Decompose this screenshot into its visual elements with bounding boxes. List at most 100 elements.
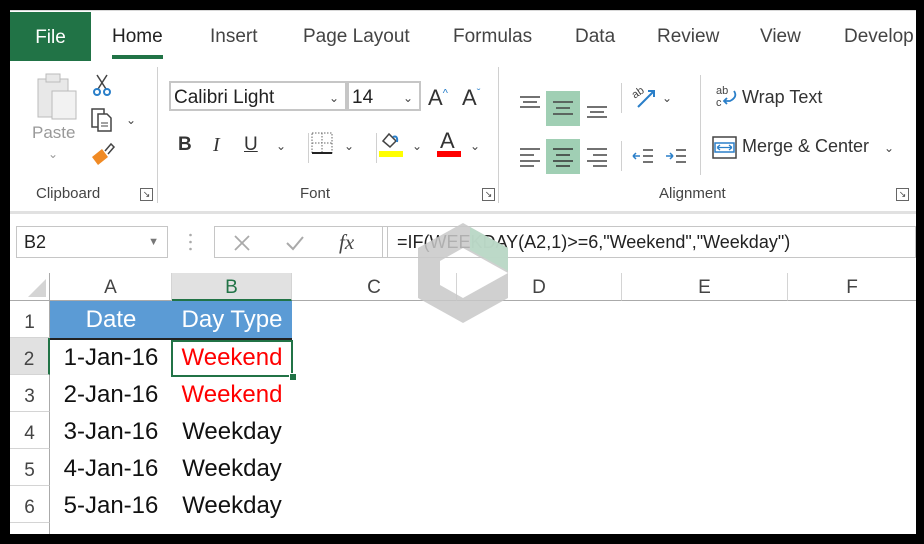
column-header-f[interactable]: F: [788, 273, 916, 301]
chevron-down-icon: ⌄: [402, 91, 413, 105]
header-cell-day-type[interactable]: Day Type: [172, 301, 292, 339]
font-color-button[interactable]: A: [436, 127, 462, 164]
borders-dropdown-icon[interactable]: ⌄: [344, 139, 354, 153]
date-cell[interactable]: 1-Jan-16: [50, 339, 172, 376]
scissors-icon: [93, 74, 111, 96]
tab-page-layout[interactable]: Page Layout: [303, 11, 410, 62]
wrap-text-label: Wrap Text: [742, 87, 823, 107]
row-header-5[interactable]: 5: [10, 449, 50, 486]
format-painter-button[interactable]: [90, 141, 116, 172]
merge-center-dropdown-icon[interactable]: ⌄: [884, 141, 894, 155]
cut-button[interactable]: [92, 73, 112, 102]
separator: [157, 67, 158, 203]
decrease-font-size-button[interactable]: Aˇ: [462, 85, 480, 111]
middle-align-button[interactable]: [551, 100, 575, 123]
tab-developer[interactable]: Develop: [844, 11, 914, 62]
ribbon: Paste ⌄ ⌄ Clipboard ↘ Calibri Light ⌄ 14…: [10, 61, 916, 214]
header-cell-date[interactable]: Date: [50, 301, 172, 339]
clipboard-launcher-icon[interactable]: ↘: [140, 188, 153, 201]
tab-data[interactable]: Data: [575, 11, 615, 62]
separator: [498, 67, 499, 203]
underline-dropdown-icon[interactable]: ⌄: [276, 139, 286, 153]
bottom-align-button[interactable]: [585, 104, 609, 127]
name-box-value: B2: [24, 232, 47, 252]
orientation-button[interactable]: ab: [630, 83, 658, 116]
borders-icon: [311, 132, 333, 154]
font-color-icon: A: [437, 128, 461, 157]
chevron-down-icon: ⌄: [328, 91, 339, 105]
insert-function-button[interactable]: fx: [339, 230, 354, 255]
day-type-cell[interactable]: Weekday: [172, 487, 292, 524]
copy-button[interactable]: [90, 107, 116, 138]
fill-color-dropdown-icon[interactable]: ⌄: [412, 139, 422, 153]
svg-text:ab: ab: [716, 85, 728, 97]
watermark-logo: [410, 223, 516, 328]
day-type-cell[interactable]: Weekday: [172, 450, 292, 487]
date-cell[interactable]: 2-Jan-16: [50, 376, 172, 413]
ribbon-tab-bar: File Home Insert Page Layout Formulas Da…: [10, 10, 916, 62]
bold-button[interactable]: B: [178, 134, 192, 156]
day-type-cell[interactable]: Weekend: [172, 376, 292, 413]
select-all-icon: [28, 279, 46, 297]
decrease-indent-button[interactable]: [631, 147, 655, 172]
fill-color-swatch: [379, 151, 403, 157]
decrease-indent-icon: [632, 149, 653, 163]
merge-center-icon: [712, 135, 738, 166]
fill-color-button[interactable]: [378, 129, 404, 164]
day-type-cell[interactable]: Weekday: [172, 413, 292, 450]
column-header-e[interactable]: E: [622, 273, 788, 301]
tab-home[interactable]: Home: [112, 11, 163, 62]
font-name-value: Calibri Light: [174, 87, 275, 108]
column-header-b[interactable]: B: [172, 273, 292, 301]
row-header-1[interactable]: 1: [10, 301, 50, 338]
separator: [376, 133, 377, 163]
align-right-icon: [587, 148, 607, 167]
font-color-swatch: [437, 151, 461, 157]
date-cell[interactable]: 4-Jan-16: [50, 450, 172, 487]
top-align-icon: [520, 96, 540, 108]
alignment-launcher-icon[interactable]: ↘: [896, 188, 909, 201]
font-launcher-icon[interactable]: ↘: [482, 188, 495, 201]
formula-bar-resize-handle[interactable]: [189, 232, 192, 252]
copy-dropdown-icon[interactable]: ⌄: [126, 113, 136, 127]
align-right-button[interactable]: [585, 147, 609, 172]
tab-formulas[interactable]: Formulas: [453, 11, 532, 62]
row-header-6[interactable]: 6: [10, 486, 50, 523]
name-box[interactable]: B2 ▼: [16, 226, 168, 258]
row-header-7[interactable]: [10, 523, 50, 534]
tab-insert[interactable]: Insert: [210, 11, 258, 62]
wrap-text-icon: ab c: [714, 83, 740, 116]
italic-button[interactable]: I: [213, 134, 220, 157]
orientation-dropdown-icon[interactable]: ⌄: [662, 91, 672, 105]
select-all-button[interactable]: [10, 273, 50, 301]
separator: [308, 133, 309, 163]
separator: [700, 75, 701, 175]
paste-dropdown-icon[interactable]: ⌄: [48, 147, 58, 161]
fill-handle[interactable]: [289, 373, 297, 381]
date-cell[interactable]: 5-Jan-16: [50, 487, 172, 524]
top-align-button[interactable]: [518, 95, 542, 118]
increase-indent-button[interactable]: [664, 147, 688, 172]
tab-view[interactable]: View: [760, 11, 801, 62]
paste-button[interactable]: [36, 73, 80, 126]
underline-button[interactable]: U: [244, 134, 258, 156]
align-left-button[interactable]: [518, 147, 542, 172]
cancel-button[interactable]: [233, 234, 251, 257]
font-size-select[interactable]: 14 ⌄: [347, 81, 421, 111]
date-cell[interactable]: 3-Jan-16: [50, 413, 172, 450]
tab-review[interactable]: Review: [657, 11, 719, 62]
row-header-3[interactable]: 3: [10, 375, 50, 412]
increase-font-size-button[interactable]: A^: [428, 85, 448, 111]
column-header-a[interactable]: A: [50, 273, 172, 301]
font-name-select[interactable]: Calibri Light ⌄: [169, 81, 347, 111]
row-header-4[interactable]: 4: [10, 412, 50, 449]
align-center-button[interactable]: [551, 147, 575, 172]
orientation-icon: ab: [630, 85, 655, 108]
row-header-2[interactable]: 2: [10, 338, 50, 375]
borders-button[interactable]: [310, 131, 334, 160]
font-color-dropdown-icon[interactable]: ⌄: [470, 139, 480, 153]
tab-file[interactable]: File: [10, 12, 91, 62]
checkmark-icon: [286, 236, 304, 251]
bottom-align-icon: [587, 106, 607, 118]
enter-button[interactable]: [285, 234, 305, 257]
